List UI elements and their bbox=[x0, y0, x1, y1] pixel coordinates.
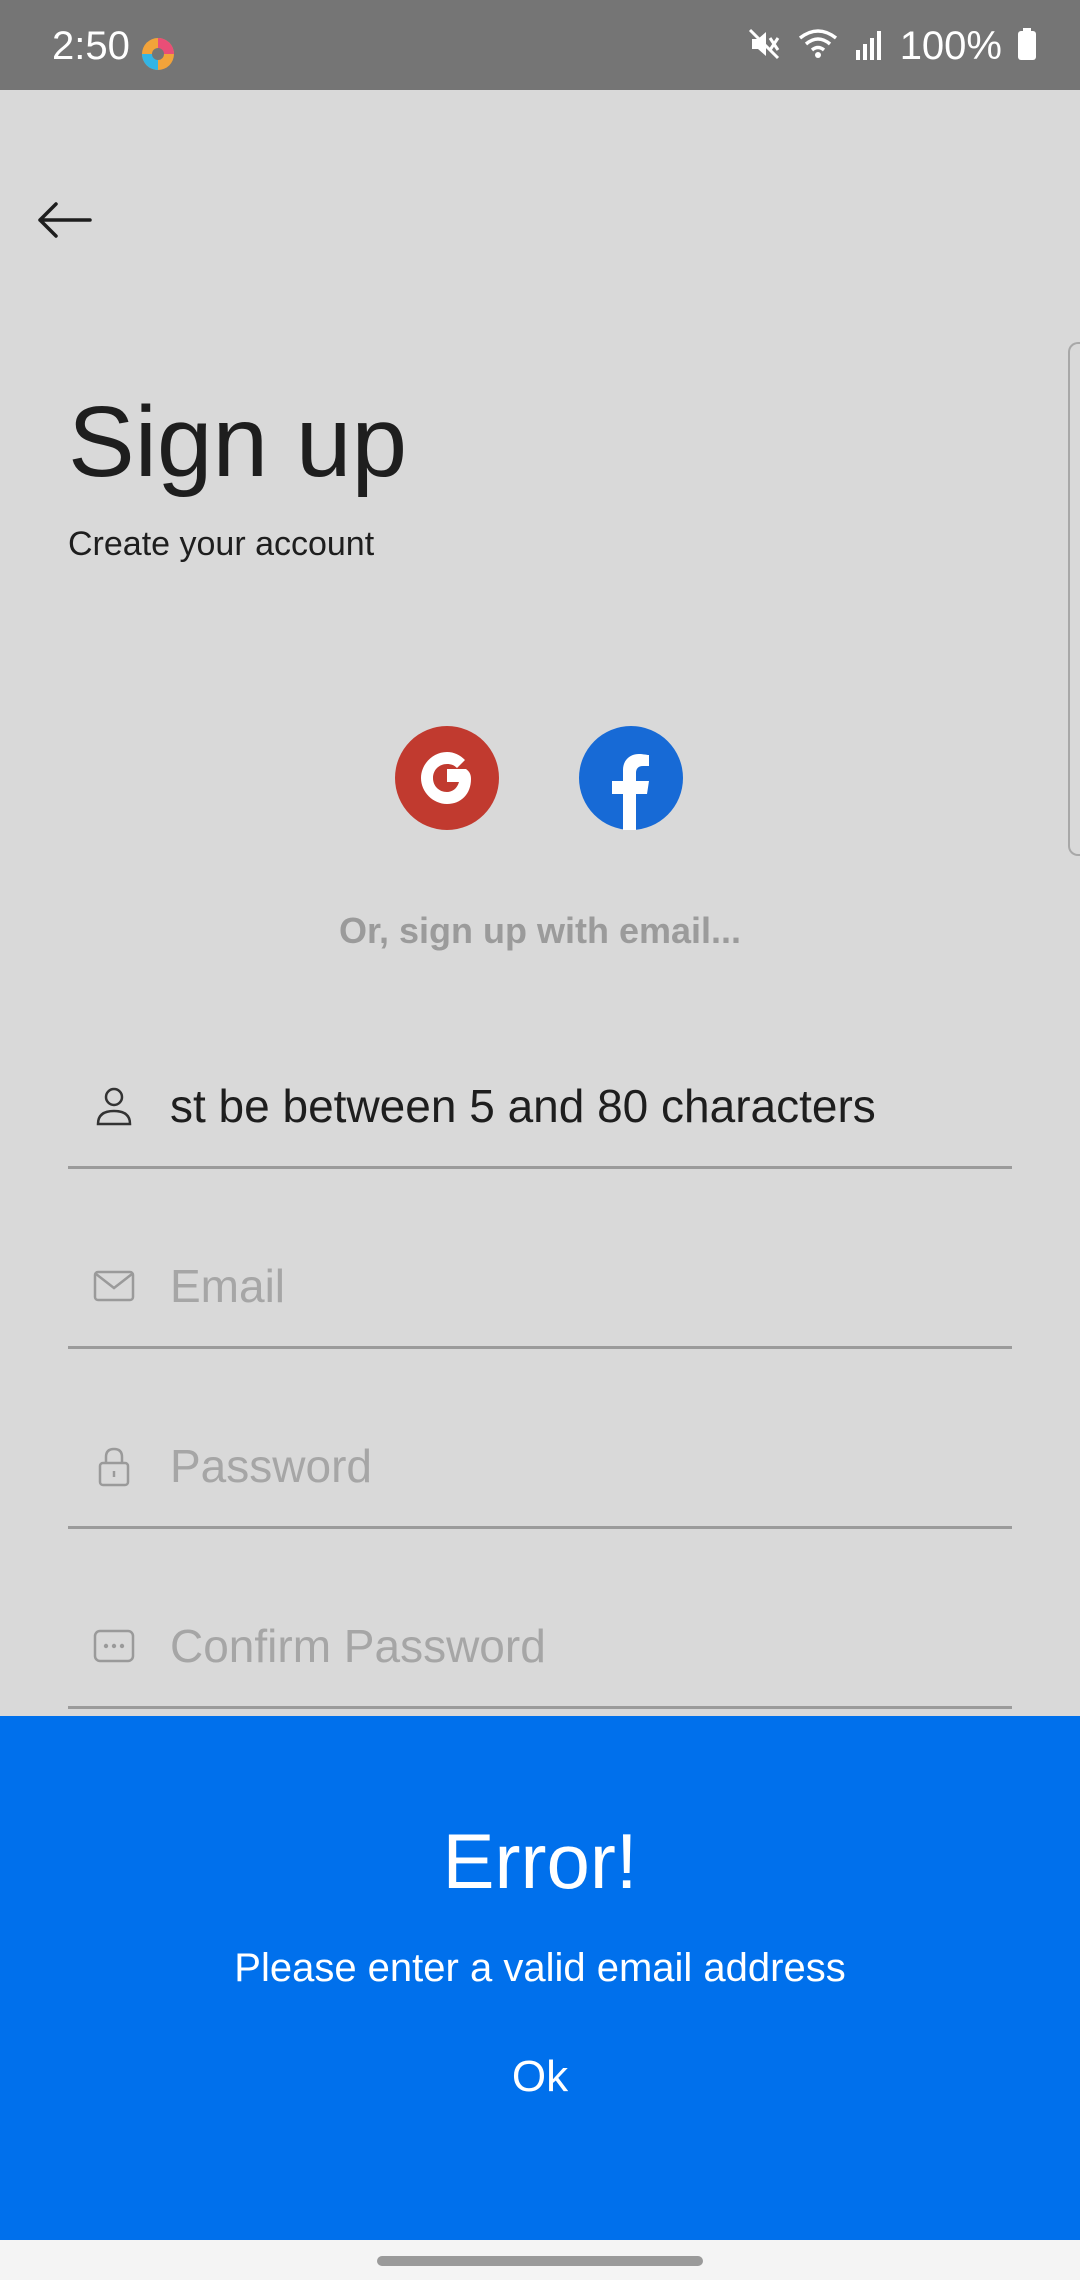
user-icon bbox=[92, 1084, 136, 1128]
ok-button[interactable]: Ok bbox=[480, 2052, 600, 2102]
mail-icon bbox=[92, 1264, 136, 1308]
lock-icon bbox=[92, 1444, 136, 1488]
navigation-bar bbox=[0, 2240, 1080, 2280]
email-field-placeholder: Email bbox=[170, 1260, 286, 1312]
google-signup-button[interactable] bbox=[395, 726, 499, 830]
battery-icon bbox=[1016, 26, 1038, 67]
mute-icon bbox=[746, 26, 782, 67]
password-dots-icon bbox=[92, 1624, 136, 1668]
home-gesture-handle[interactable] bbox=[377, 2256, 703, 2266]
status-icons: 100% bbox=[746, 22, 1038, 70]
back-button[interactable] bbox=[34, 192, 104, 252]
error-dialog-message: Please enter a valid email address bbox=[234, 1946, 846, 1990]
facebook-signup-button[interactable] bbox=[579, 726, 683, 830]
name-field[interactable]: st be between 5 and 80 characters bbox=[68, 1046, 1012, 1169]
battery-percent: 100% bbox=[899, 23, 1002, 68]
error-dialog-title: Error! bbox=[442, 1817, 638, 1905]
wifi-icon bbox=[796, 26, 840, 67]
signal-icon bbox=[854, 26, 886, 67]
password-field[interactable]: Password bbox=[68, 1406, 1012, 1529]
confirm-password-field[interactable]: Confirm Password bbox=[68, 1586, 1012, 1709]
side-panel-handle[interactable] bbox=[1068, 342, 1080, 856]
page-subtitle: Create your account bbox=[68, 525, 375, 563]
name-field-value: st be between 5 and 80 characters bbox=[170, 1080, 876, 1132]
confirm-password-field-placeholder: Confirm Password bbox=[170, 1620, 546, 1672]
arrow-left-icon bbox=[34, 198, 94, 247]
page-title: Sign up bbox=[68, 386, 408, 498]
password-field-placeholder: Password bbox=[170, 1440, 372, 1492]
facebook-icon bbox=[579, 754, 683, 834]
app-icon bbox=[140, 36, 176, 72]
email-field[interactable]: Email bbox=[68, 1226, 1012, 1349]
status-time: 2:50 bbox=[52, 24, 130, 68]
divider-text: Or, sign up with email... bbox=[338, 910, 742, 951]
status-bar: 2:50 100% bbox=[0, 0, 1080, 90]
google-icon bbox=[395, 752, 499, 834]
error-dialog: Error! Please enter a valid email addres… bbox=[0, 1716, 1080, 2240]
